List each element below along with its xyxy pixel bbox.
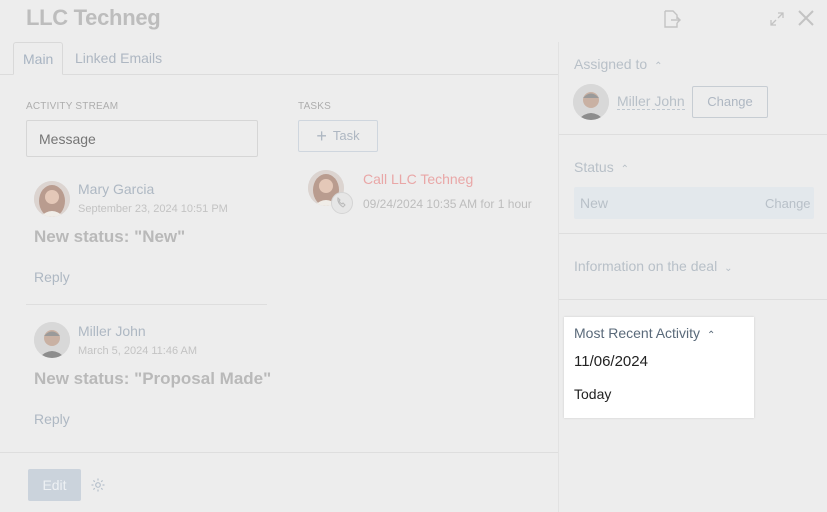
task-meta: 09/24/2024 10:35 AM for 1 hour [363,197,532,211]
add-task-label: Task [332,128,360,143]
status-value: New [580,195,609,211]
entry-text: New status: "Proposal Made" [34,369,272,388]
assigned-label-text: Assigned to [574,56,648,72]
phone-icon [331,192,353,214]
export-icon[interactable] [662,9,682,29]
assigned-label[interactable]: Assigned to ⌃ [574,56,662,72]
entry-text: New status: "New" [34,227,186,246]
plus-icon: + [316,126,327,146]
status-label[interactable]: Status ⌃ [574,159,629,175]
tab-main[interactable]: Main [13,42,64,75]
sidebar-divider [559,134,827,135]
deal-info-label-text: Information on the deal [574,258,718,274]
deal-info-label[interactable]: Information on the deal ⌄ [574,258,733,274]
sidebar-divider [559,233,827,234]
reply-link[interactable]: Reply [34,269,70,285]
entry-date: September 23, 2024 10:51 PM [78,203,228,215]
activity-stream-label: ACTIVITY STREAM [26,101,119,112]
avatar [573,84,609,120]
tasks-label: TASKS [298,101,332,112]
footer-divider [0,452,558,453]
chevron-down-icon: ⌄ [724,263,733,274]
recent-activity-date: 11/06/2024 [574,353,648,370]
add-task-button[interactable]: + Task [298,120,378,152]
change-status-link[interactable]: Change [765,196,811,211]
avatar [34,181,70,217]
status-label-text: Status [574,159,614,175]
entry-author[interactable]: Miller John [78,323,146,339]
chevron-up-icon: ⌃ [706,330,716,341]
message-input[interactable] [26,120,258,157]
entry-author[interactable]: Mary Garcia [78,181,154,197]
change-assignee-button[interactable]: Change [692,86,768,118]
recent-activity-label[interactable]: Most Recent Activity ⌃ [574,325,715,341]
recent-activity-label-text: Most Recent Activity [574,325,701,341]
expand-icon[interactable] [769,11,785,27]
sidebar-divider [559,299,827,300]
recent-activity-relative: Today [574,386,612,402]
settings-gear-icon[interactable] [90,477,106,493]
task-title[interactable]: Call LLC Techneg [363,171,473,187]
avatar [34,322,70,358]
tab-linked-emails[interactable]: Linked Emails [66,42,171,75]
edit-button[interactable]: Edit [28,469,81,501]
close-icon[interactable] [797,9,815,27]
chevron-up-icon: ⌃ [654,61,663,72]
assigned-user[interactable]: Miller John [617,93,685,110]
chevron-up-icon: ⌃ [620,164,629,175]
entry-divider [26,304,267,305]
entry-date: March 5, 2024 11:46 AM [78,345,198,357]
page-title: LLC Techneg [26,5,161,30]
reply-link[interactable]: Reply [34,411,70,427]
